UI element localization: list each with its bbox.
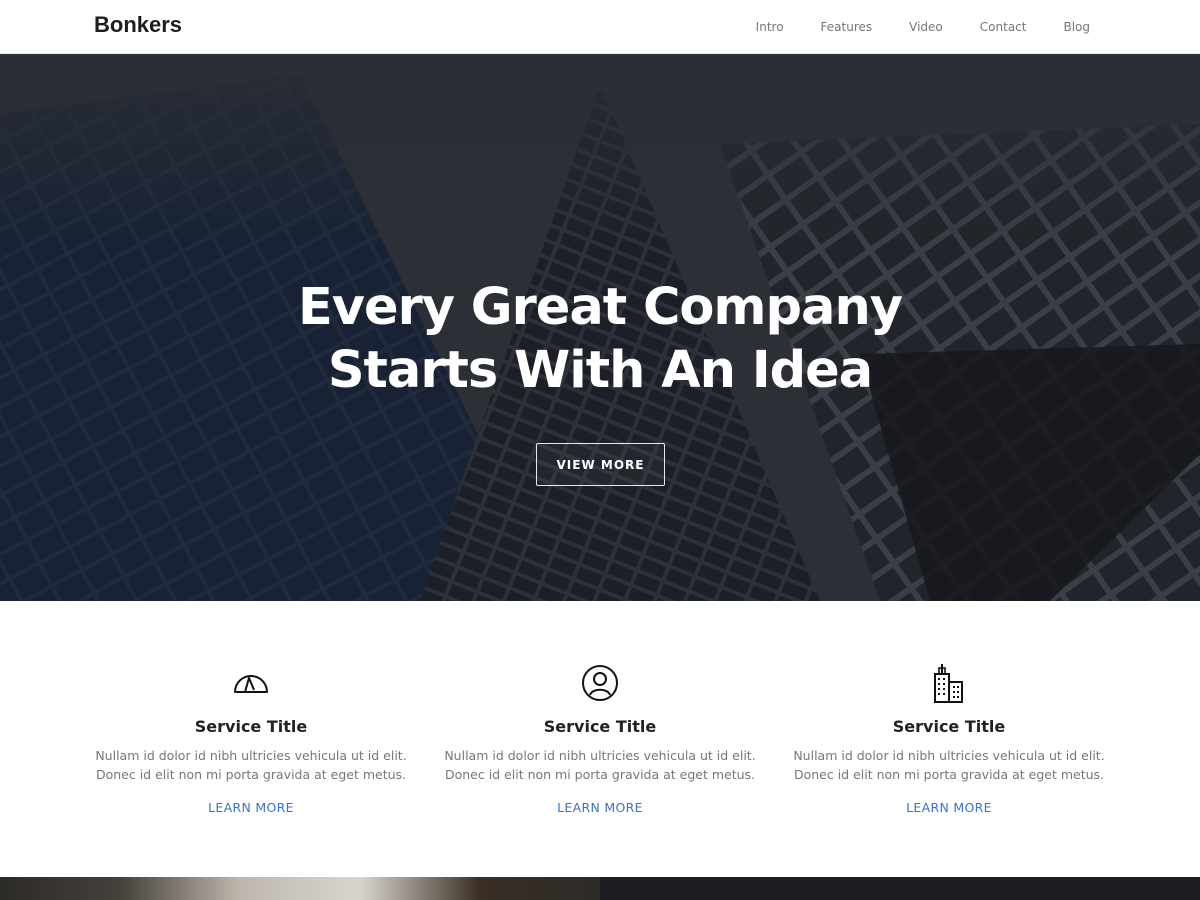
service-title: Service Title	[543, 717, 657, 736]
speedometer-icon	[91, 661, 411, 705]
service-title: Service Title	[892, 717, 1006, 736]
hero-title-line-2: Starts With An Idea	[327, 341, 873, 400]
nav-item-video[interactable]: Video	[909, 20, 943, 34]
service-description: Nullam id dolor id nibh ultricies vehicu…	[91, 746, 411, 784]
main-nav: Intro Features Video Contact Blog	[719, 0, 1090, 53]
service-card: Service Title Nullam id dolor id nibh ul…	[440, 661, 760, 816]
view-more-button[interactable]: VIEW MORE	[536, 443, 665, 486]
service-description-line-2: Donec id elit non mi porta gravida at eg…	[95, 767, 407, 782]
next-section-preview	[0, 877, 1200, 900]
service-card: Service Title Nullam id dolor id nibh ul…	[789, 661, 1109, 816]
service-description-line-1: Nullam id dolor id nibh ultricies vehicu…	[95, 748, 407, 763]
buildings-icon	[789, 661, 1109, 705]
hero-title: Every Great Company Starts With An Idea	[0, 276, 1200, 402]
learn-more-link[interactable]: LEARN MORE	[208, 800, 294, 815]
brand-logo[interactable]: Bonkers	[94, 12, 182, 38]
service-description-line-2: Donec id elit non mi porta gravida at eg…	[444, 767, 756, 782]
hero-section: Every Great Company Starts With An Idea …	[0, 54, 1200, 601]
learn-more-link[interactable]: LEARN MORE	[557, 800, 643, 815]
preview-image-left	[0, 877, 600, 900]
learn-more-link[interactable]: LEARN MORE	[906, 800, 992, 815]
nav-item-blog[interactable]: Blog	[1063, 20, 1090, 34]
preview-panel-right	[600, 877, 1200, 900]
service-title: Service Title	[194, 717, 308, 736]
nav-item-contact[interactable]: Contact	[980, 20, 1027, 34]
top-navbar: Bonkers Intro Features Video Contact Blo…	[0, 0, 1200, 54]
hero-title-line-1: Every Great Company	[297, 278, 903, 337]
service-description-line-1: Nullam id dolor id nibh ultricies vehicu…	[793, 748, 1105, 763]
service-description-line-1: Nullam id dolor id nibh ultricies vehicu…	[444, 748, 756, 763]
service-description: Nullam id dolor id nibh ultricies vehicu…	[440, 746, 760, 784]
service-description-line-2: Donec id elit non mi porta gravida at eg…	[793, 767, 1105, 782]
service-description: Nullam id dolor id nibh ultricies vehicu…	[789, 746, 1109, 784]
nav-item-features[interactable]: Features	[821, 20, 873, 34]
user-circle-icon	[440, 661, 760, 705]
nav-item-intro[interactable]: Intro	[756, 20, 784, 34]
service-card: Service Title Nullam id dolor id nibh ul…	[91, 661, 411, 816]
services-section: Service Title Nullam id dolor id nibh ul…	[0, 601, 1200, 878]
